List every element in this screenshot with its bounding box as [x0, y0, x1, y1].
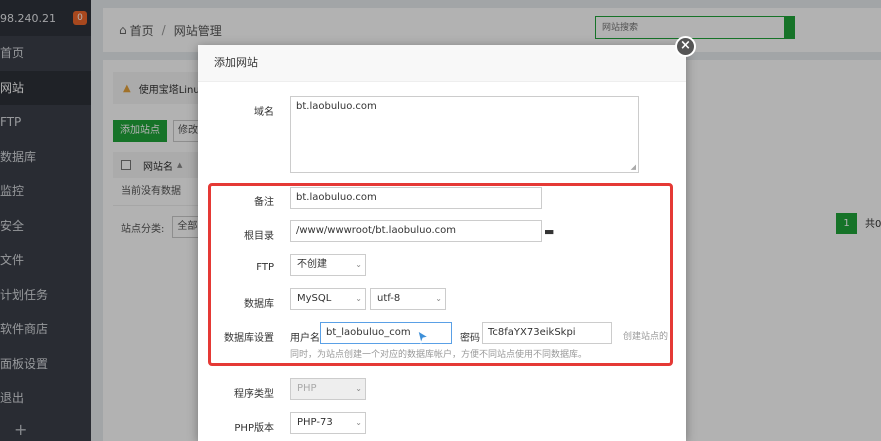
cursor-icon — [417, 330, 429, 344]
chevron-down-icon: ⌄ — [355, 418, 362, 427]
php-version-value: PHP-73 — [297, 417, 333, 428]
domain-label: 域名 — [254, 107, 274, 118]
program-type-label: 程序类型 — [234, 389, 274, 400]
close-icon[interactable]: × — [675, 36, 696, 57]
domain-value: bt.laobuluo.com — [296, 101, 377, 112]
resize-grip-icon[interactable]: ◢ — [631, 163, 636, 171]
modal-title: 添加网站 — [198, 45, 686, 82]
chevron-down-icon: ⌄ — [355, 384, 362, 393]
program-type-select[interactable]: PHP ⌄ — [290, 378, 366, 400]
domain-textarea[interactable]: bt.laobuluo.com ◢ — [290, 96, 639, 173]
php-version-select[interactable]: PHP-73 ⌄ — [290, 412, 366, 434]
php-version-label: PHP版本 — [234, 423, 274, 434]
program-type-value: PHP — [297, 383, 317, 394]
highlight-box — [208, 183, 673, 366]
